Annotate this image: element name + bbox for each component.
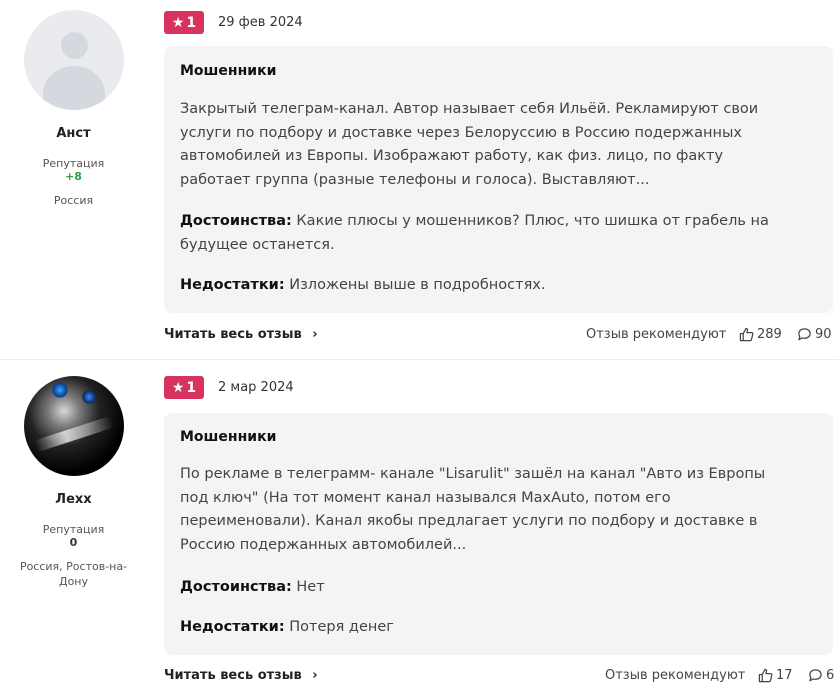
review-pros: Достоинства: Нет — [180, 579, 325, 595]
author-location: Россия — [53, 194, 94, 207]
comments-button[interactable]: 6 — [808, 668, 834, 683]
review-card: Мошенники По рекламе в телеграмм- канале… — [164, 413, 833, 655]
rating-badge: ★ 1 — [164, 376, 204, 399]
review-title[interactable]: Мошенники — [180, 63, 276, 79]
comments-button[interactable]: 90 — [797, 327, 832, 342]
reputation-label: Репутация — [42, 157, 105, 170]
likes-count: 289 — [757, 327, 782, 342]
comments-count: 6 — [826, 668, 835, 683]
recommend-label: Отзыв рекомендуют — [605, 668, 746, 683]
review-pros: Достоинства: Какие плюсы у мошенников? П… — [180, 213, 769, 253]
like-button[interactable]: 289 — [739, 327, 782, 342]
read-more-link[interactable]: Читать весь отзыв › — [164, 327, 318, 342]
chevron-right-icon: › — [312, 668, 318, 683]
comment-icon — [798, 328, 811, 341]
read-more-link[interactable]: Читать весь отзыв › — [164, 668, 318, 683]
author-name[interactable]: Лехх — [0, 492, 147, 507]
star-icon: ★ — [171, 379, 185, 396]
reputation-value: 0 — [69, 536, 78, 549]
reputation-value: +8 — [65, 170, 82, 183]
review-cons: Недостатки: Изложены выше в подробностях… — [180, 277, 546, 293]
star-icon: ★ — [171, 14, 185, 31]
review-author: Лехх Репутация 0 Россия, Ростов-на-Дону — [0, 376, 147, 589]
review-cons: Недостатки: Потеря денег — [180, 619, 394, 635]
comments-count: 90 — [815, 327, 832, 342]
review-date: 29 фев 2024 — [218, 15, 303, 30]
comment-icon — [809, 669, 822, 682]
review-text: Закрытый телеграм-канал. Автор называет … — [180, 101, 759, 188]
user-avatar[interactable] — [23, 376, 124, 476]
review-date: 2 мар 2024 — [218, 380, 294, 395]
review-title[interactable]: Мошенники — [180, 429, 276, 445]
chevron-right-icon: › — [312, 327, 318, 342]
likes-count: 17 — [776, 668, 793, 683]
review-footer: Читать весь отзыв › Отзыв рекомендуют 28… — [164, 327, 833, 345]
author-location: Россия, Ростов-на-Дону — [19, 560, 128, 588]
thumbs-up-icon — [739, 327, 754, 342]
author-name[interactable]: Анст — [0, 126, 147, 141]
like-button[interactable]: 17 — [758, 668, 793, 683]
review-card: Мошенники Закрытый телеграм-канал. Автор… — [164, 46, 833, 313]
default-avatar-icon[interactable] — [23, 10, 124, 110]
rating-badge: ★ 1 — [164, 11, 204, 34]
review-author: Анст Репутация +8 Россия — [0, 10, 147, 208]
thumbs-up-icon — [758, 668, 773, 683]
review-text: По рекламе в телеграмм- канале "Lisaruli… — [180, 466, 766, 553]
divider — [0, 359, 839, 360]
reputation-label: Репутация — [42, 523, 105, 536]
review-footer: Читать весь отзыв › Отзыв рекомендуют 17… — [164, 668, 834, 686]
recommend-label: Отзыв рекомендуют — [586, 327, 727, 342]
